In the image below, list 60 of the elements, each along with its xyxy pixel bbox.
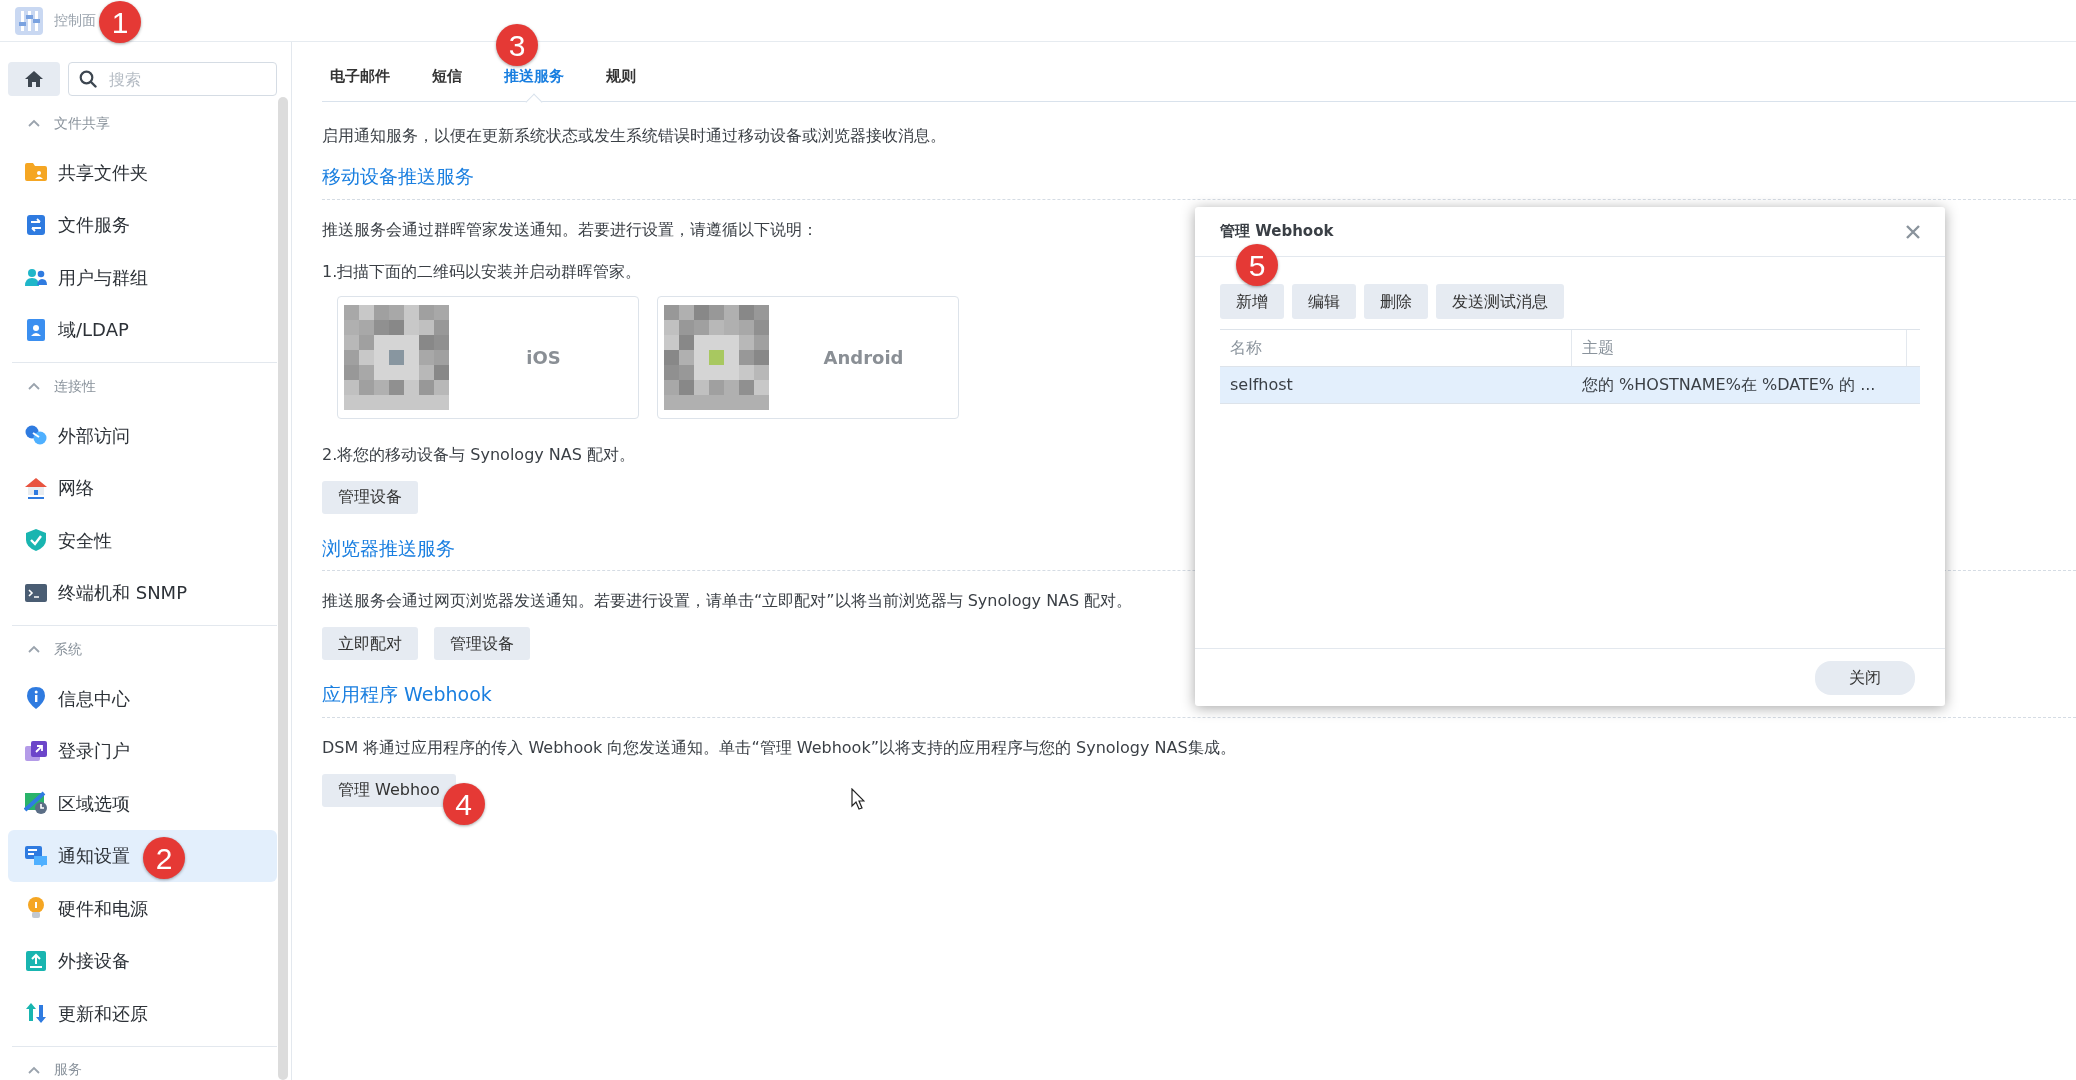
window-title: 控制面	[54, 11, 96, 30]
description-text: 1.扫描下面的二维码以安装并启动群晖管家。	[322, 260, 642, 283]
control-panel-icon	[14, 5, 44, 36]
search-field[interactable]: 搜索	[68, 62, 277, 96]
tab[interactable]: 短信	[426, 63, 468, 101]
platform-label: Android	[822, 345, 905, 370]
sidebar-item[interactable]: 网络	[8, 461, 277, 514]
toolbar-button[interactable]: 新增	[1220, 284, 1284, 319]
action-button[interactable]: 管理设备	[322, 480, 418, 514]
table-cell: selfhost	[1230, 375, 1293, 394]
map-clock-icon	[24, 791, 48, 816]
step-text: 2.将您的移动设备与 Synology NAS 配对。	[322, 443, 635, 466]
toolbar-button[interactable]: 编辑	[1292, 284, 1356, 319]
sidebar-item[interactable]: 更新和还原	[8, 987, 277, 1040]
table-row[interactable]: selfhost 您的 %HOSTNAME%在 %DATE% 的 ...	[1220, 367, 1920, 404]
intro-text: 启用通知服务，以便在更新系统状态或发生系统错误时通过移动设备或浏览器接收消息。	[322, 125, 946, 147]
table-cell: 您的 %HOSTNAME%在 %DATE% 的 ...	[1582, 375, 1876, 394]
sidebar-item[interactable]: 外部访问	[8, 409, 277, 462]
scrollbar[interactable]	[278, 97, 288, 1080]
sidebar-item[interactable]: 文件服务	[8, 198, 277, 251]
qr-code-icon	[664, 304, 769, 410]
sidebar-item[interactable]: 外接设备	[8, 934, 277, 987]
house-icon	[24, 475, 48, 500]
close-icon	[1906, 225, 1920, 239]
toolbar-button[interactable]: 发送测试消息	[1436, 284, 1564, 319]
sidebar-item[interactable]: 登录门户	[8, 724, 277, 777]
file-transfer-icon	[24, 212, 48, 237]
platform-label: iOS	[525, 345, 562, 370]
sidebar-item[interactable]: 硬件和电源	[8, 882, 277, 935]
qr-code-icon	[344, 304, 449, 410]
action-button[interactable]: 立即配对	[322, 627, 418, 660]
sidebar-item[interactable]: 安全性	[8, 514, 277, 567]
sidebar-item[interactable]: 用户与群组	[8, 251, 277, 304]
chat-bubbles-icon	[24, 843, 48, 868]
tab[interactable]: 电子邮件	[324, 63, 396, 101]
action-button[interactable]: 管理 Webhoo	[322, 773, 456, 807]
section-title: 移动设备推送服务	[322, 162, 2076, 200]
sidebar-item[interactable]: 共享文件夹	[8, 146, 277, 199]
shield-icon	[24, 528, 48, 553]
sidebar-item[interactable]: 终端机和 SNMP	[8, 566, 277, 619]
sidebar-item[interactable]: 域/LDAP	[8, 303, 277, 356]
description-text: DSM 将通过应用程序的传入 Webhook 向您发送通知。单击“管理 Webhook”以将支持的应用程序与您的 Synology NAS集成。	[322, 736, 1236, 759]
home-button[interactable]	[8, 62, 60, 96]
sidebar-item[interactable]: 区域选项	[8, 777, 277, 830]
upload-device-icon	[24, 948, 48, 973]
action-button[interactable]: 管理设备	[434, 627, 530, 660]
step-number-badge: 4	[442, 783, 485, 825]
step-number-badge: 1	[99, 1, 141, 43]
home-icon	[24, 70, 44, 88]
info-pin-icon	[24, 686, 48, 711]
login-portal-icon	[24, 738, 48, 763]
description-text: 推送服务会通过网页浏览器发送通知。若要进行设置，请单击“立即配对”以将当前浏览器与 Synology NAS 配对。	[322, 590, 1133, 612]
toolbar-button[interactable]: 删除	[1364, 284, 1428, 319]
dialog-title: 管理 Webhook	[1220, 221, 1334, 243]
step-number-badge: 3	[496, 24, 538, 66]
tab[interactable]: 规则	[600, 63, 642, 101]
sidebar-item[interactable]: 信息中心	[8, 672, 277, 725]
mouse-cursor-icon	[851, 788, 865, 810]
contact-card-icon	[24, 317, 48, 342]
description-text: 推送服务会通过群晖管家发送通知。若要进行设置，请遵循以下说明：	[322, 218, 818, 241]
